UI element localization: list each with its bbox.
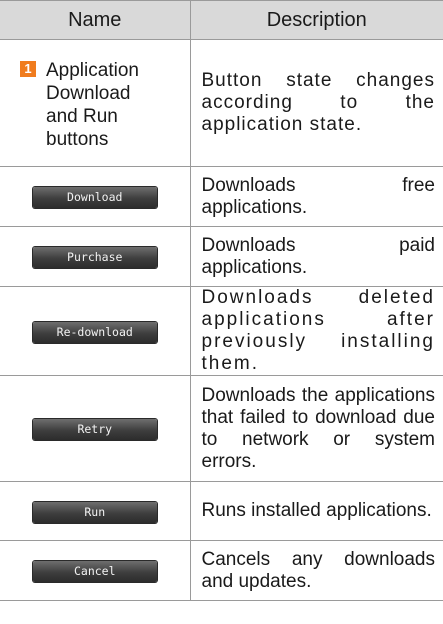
description-column-header: Description	[189, 0, 443, 40]
number-badge: 1	[20, 60, 36, 77]
row-description: Downloads paid applications.	[189, 226, 443, 287]
table-row: Re-download Downloads deleted applicatio…	[0, 286, 443, 376]
button-cell: Cancel	[0, 540, 190, 601]
cancel-button[interactable]: Cancel	[32, 561, 157, 582]
button-cell: Download	[0, 166, 190, 227]
row-description: Downloads deleted applications after pre…	[189, 286, 443, 376]
table-row: Retry Downloads the applications that fa…	[0, 375, 443, 482]
row-description: Runs installed applications.	[189, 481, 443, 541]
run-button[interactable]: Run	[32, 501, 157, 523]
table-row: 1 Application Download and Run buttons B…	[0, 39, 443, 167]
row-name-line: and Run	[46, 105, 118, 127]
table-row: Run Runs installed applications.	[0, 481, 443, 541]
button-description-table: Name Description 1 Application Download …	[0, 0, 443, 601]
row-name-line: Download	[46, 82, 131, 104]
row-name-line: buttons	[46, 128, 109, 150]
row-description: Button state changes according to the ap…	[189, 39, 443, 167]
button-cell: Retry	[0, 375, 190, 482]
table-row: Download Downloads free applications.	[0, 166, 443, 227]
button-cell: Run	[0, 481, 190, 541]
row-description: Cancels any downloads and updates.	[189, 540, 443, 601]
purchase-button[interactable]: Purchase	[32, 247, 157, 268]
retry-button[interactable]: Retry	[32, 419, 157, 440]
row-name-line: Application	[46, 59, 139, 81]
row-description: Downloads free applications.	[189, 166, 443, 227]
button-cell: Purchase	[0, 226, 190, 287]
row-description: Downloads the applications that failed t…	[189, 375, 443, 482]
row-name: Application Download and Run buttons	[46, 59, 139, 151]
re-download-button[interactable]: Re-download	[32, 321, 157, 343]
table-row: Purchase Downloads paid applications.	[0, 226, 443, 287]
button-cell: Re-download	[0, 286, 190, 376]
name-column-header: Name	[0, 0, 190, 40]
table-header-row: Name Description	[0, 0, 443, 40]
download-button[interactable]: Download	[32, 187, 157, 208]
name-cell: 1 Application Download and Run buttons	[0, 39, 190, 167]
table-row: Cancel Cancels any downloads and updates…	[0, 540, 443, 601]
